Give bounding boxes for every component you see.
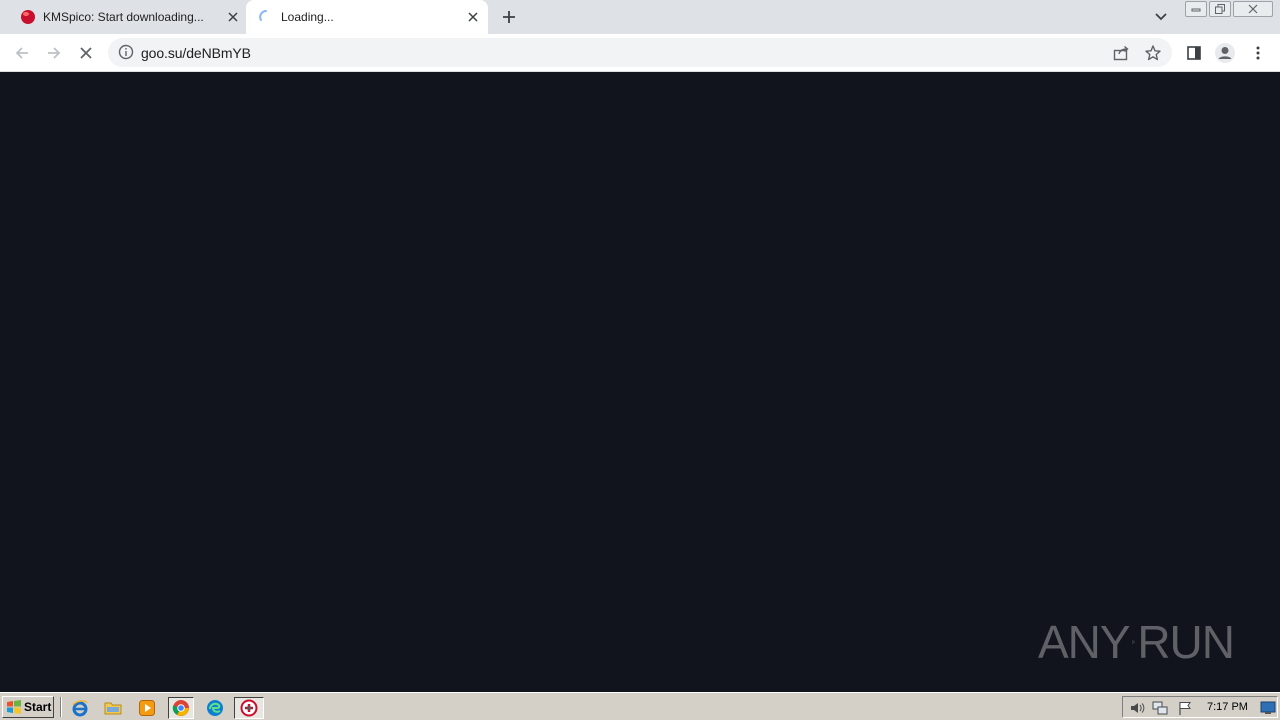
close-window-button[interactable] xyxy=(1233,1,1273,17)
loading-spinner-icon xyxy=(258,9,274,25)
chrome-icon[interactable] xyxy=(168,697,194,719)
address-bar[interactable]: goo.su/deNBmYB xyxy=(108,38,1172,67)
edge-icon[interactable] xyxy=(204,697,226,719)
tab-search-button[interactable] xyxy=(1150,6,1172,28)
clock[interactable]: 7:17 PM xyxy=(1207,701,1248,713)
anyrun-watermark: ANY RUN xyxy=(1038,610,1235,674)
url-text[interactable]: goo.su/deNBmYB xyxy=(141,45,251,61)
stop-icon xyxy=(80,47,92,59)
network-icon[interactable] xyxy=(1152,700,1168,716)
tab-title: KMSpico: Start downloading... xyxy=(43,10,204,24)
avatar-icon xyxy=(1215,43,1235,63)
flag-icon[interactable] xyxy=(1177,700,1193,716)
new-tab-button[interactable] xyxy=(498,6,520,28)
media-player-icon[interactable] xyxy=(136,697,158,719)
close-icon xyxy=(1248,4,1258,14)
arrow-right-icon xyxy=(48,47,61,59)
tab-kmspico[interactable]: KMSpico: Start downloading... xyxy=(8,0,246,34)
restore-icon xyxy=(1215,4,1225,14)
close-tab-icon[interactable] xyxy=(224,8,242,26)
red-ball-icon xyxy=(20,9,36,25)
browser-toolbar: goo.su/deNBmYB xyxy=(0,34,1280,72)
system-tray: 7:17 PM xyxy=(1122,696,1278,718)
tab-strip: KMSpico: Start downloading... Loading... xyxy=(0,0,1280,34)
windows-logo-icon xyxy=(7,700,21,714)
menu-button[interactable] xyxy=(1246,41,1270,65)
start-button[interactable]: Start xyxy=(2,696,54,718)
page-content: ANY RUN xyxy=(0,72,1280,692)
side-panel-button[interactable] xyxy=(1182,41,1206,65)
kebab-menu-icon xyxy=(1256,46,1260,60)
info-icon[interactable] xyxy=(118,44,134,60)
restore-button[interactable] xyxy=(1209,1,1231,17)
watermark-left-text: ANY xyxy=(1038,616,1131,668)
profile-button[interactable] xyxy=(1213,41,1237,65)
arrow-left-icon xyxy=(15,47,28,59)
tab-title: Loading... xyxy=(281,10,334,24)
forward-button[interactable] xyxy=(42,41,66,65)
play-logo-icon xyxy=(1131,640,1136,644)
stop-loading-button[interactable] xyxy=(74,41,98,65)
back-button[interactable] xyxy=(10,41,34,65)
folder-icon[interactable] xyxy=(102,697,124,719)
show-desktop-icon[interactable] xyxy=(1260,700,1276,716)
bookmark-star-icon[interactable] xyxy=(1144,44,1162,62)
watermark-right-text: RUN xyxy=(1137,616,1235,668)
side-panel-icon xyxy=(1187,46,1201,60)
kmspico-icon[interactable] xyxy=(234,697,264,719)
volume-icon[interactable] xyxy=(1129,700,1145,716)
plus-icon xyxy=(503,11,515,23)
share-icon[interactable] xyxy=(1112,44,1130,62)
windows-taskbar: Start 7:17 PM xyxy=(0,692,1280,720)
start-label: Start xyxy=(24,700,52,714)
internet-explorer-icon[interactable] xyxy=(69,697,91,719)
minimize-button[interactable] xyxy=(1185,1,1207,17)
minimize-icon xyxy=(1191,8,1201,12)
chevron-down-icon xyxy=(1155,13,1167,21)
taskbar-divider xyxy=(60,697,62,717)
tab-loading[interactable]: Loading... xyxy=(246,0,488,34)
close-tab-icon[interactable] xyxy=(464,8,482,26)
